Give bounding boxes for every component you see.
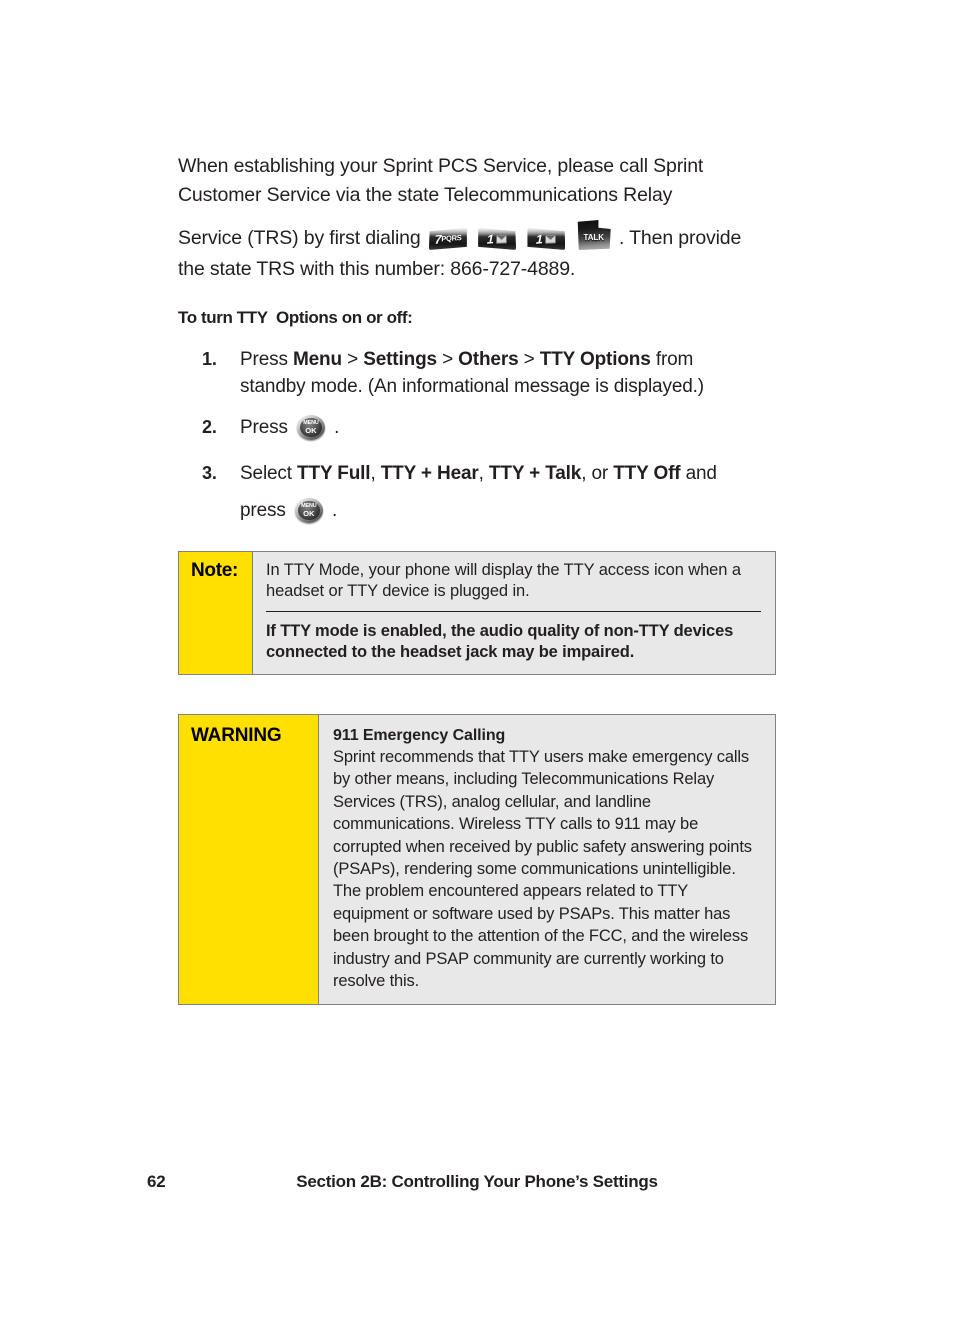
key-menu-ok-label: MENU OK (303, 419, 319, 435)
option-tty-full: TTY Full (297, 463, 371, 484)
step-text: Select TTY Full, TTY + Hear, TTY + Talk,… (240, 463, 717, 484)
step-text-trailing: . (328, 417, 340, 438)
note-paragraph-1: In TTY Mode, your phone will display the… (266, 561, 741, 600)
intro-line-3-after: . Then provide (618, 227, 742, 249)
key-7-pqrs-label: 7 PQRS (434, 232, 462, 247)
option-tty-talk: TTY + Talk (488, 463, 582, 484)
intro-line-2: Customer Service via the state Telecommu… (178, 184, 673, 206)
note-divider (266, 611, 761, 612)
warning-body: 911 Emergency Calling Sprint recommends … (319, 715, 775, 1005)
footer-section-title: Section 2B: Controlling Your Phone’s Set… (296, 1172, 658, 1191)
procedure-heading: To turn TTY Options on or off: (178, 308, 413, 327)
warning-tag-label: WARNING (179, 715, 319, 1005)
note-body: In TTY Mode, your phone will display the… (253, 552, 775, 674)
key-menu-ok-label: MENU OK (301, 502, 317, 518)
warning-text: Sprint recommends that TTY users make em… (333, 748, 752, 991)
option-tty-off: TTY Off (613, 463, 681, 484)
menu-path-tty-options: TTY Options (539, 349, 651, 370)
note-callout: Note: In TTY Mode, your phone will displ… (178, 551, 776, 675)
warning-title: 911 Emergency Calling (333, 727, 506, 744)
key-1-voicemail-label: 1 (478, 227, 516, 252)
step-number: 1. (202, 349, 217, 369)
note-paragraph-2: If TTY mode is enabled, the audio qualit… (266, 622, 734, 661)
key-talk-label: TALK (583, 232, 604, 242)
menu-path-menu: Menu (292, 349, 342, 370)
step-text-line-2: press MENU OK . (240, 498, 338, 523)
note-tag-label: Note: (179, 552, 253, 674)
menu-path-settings: Settings (363, 349, 437, 370)
manual-page: When establishing your Sprint PCS Servic… (0, 0, 954, 1336)
page-footer: 62 Section 2B: Controlling Your Phone’s … (0, 1172, 954, 1200)
intro-line-3-before: Service (TRS) by first dialing (178, 227, 421, 249)
key-1-voicemail-label: 1 (527, 227, 565, 252)
step-text-line-2: standby mode. (An informational message … (240, 376, 704, 397)
menu-path-others: Others (458, 349, 519, 370)
step-text: Press Menu > Settings > Others > TTY Opt… (240, 349, 694, 370)
key-menu-ok-icon: MENU OK (296, 415, 325, 440)
step-number: 3. (202, 463, 217, 483)
intro-line-1: When establishing your Sprint PCS Servic… (178, 155, 704, 177)
option-tty-hear: TTY + Hear (380, 463, 479, 484)
step-text: Press (240, 417, 293, 438)
intro-line-4: the state TRS with this number: 866-727-… (178, 258, 576, 280)
voicemail-envelope-icon (545, 234, 557, 244)
step-number: 2. (202, 417, 217, 437)
list-item: 1. Press Menu > Settings > Others > TTY … (178, 346, 778, 400)
intro-line-3: Service (TRS) by first dialing 7 PQRS 1 1… (178, 220, 778, 255)
procedure-step-list: 1. Press Menu > Settings > Others > TTY … (178, 346, 778, 529)
key-1-voicemail-icon: 1 (478, 227, 517, 252)
intro-paragraph: When establishing your Sprint PCS Servic… (178, 152, 778, 284)
key-talk-icon: TALK (577, 220, 611, 250)
list-item: 3. Select TTY Full, TTY + Hear, TTY + Ta… (178, 455, 778, 529)
list-item: 2. Press MENU OK . (178, 414, 778, 441)
key-7-pqrs-icon: 7 PQRS (428, 228, 467, 250)
key-menu-ok-icon: MENU OK (294, 498, 323, 523)
warning-callout: WARNING 911 Emergency Calling Sprint rec… (178, 714, 776, 1006)
page-content: When establishing your Sprint PCS Servic… (178, 152, 778, 543)
key-1-voicemail-icon: 1 (527, 227, 566, 252)
voicemail-envelope-icon (496, 234, 508, 244)
